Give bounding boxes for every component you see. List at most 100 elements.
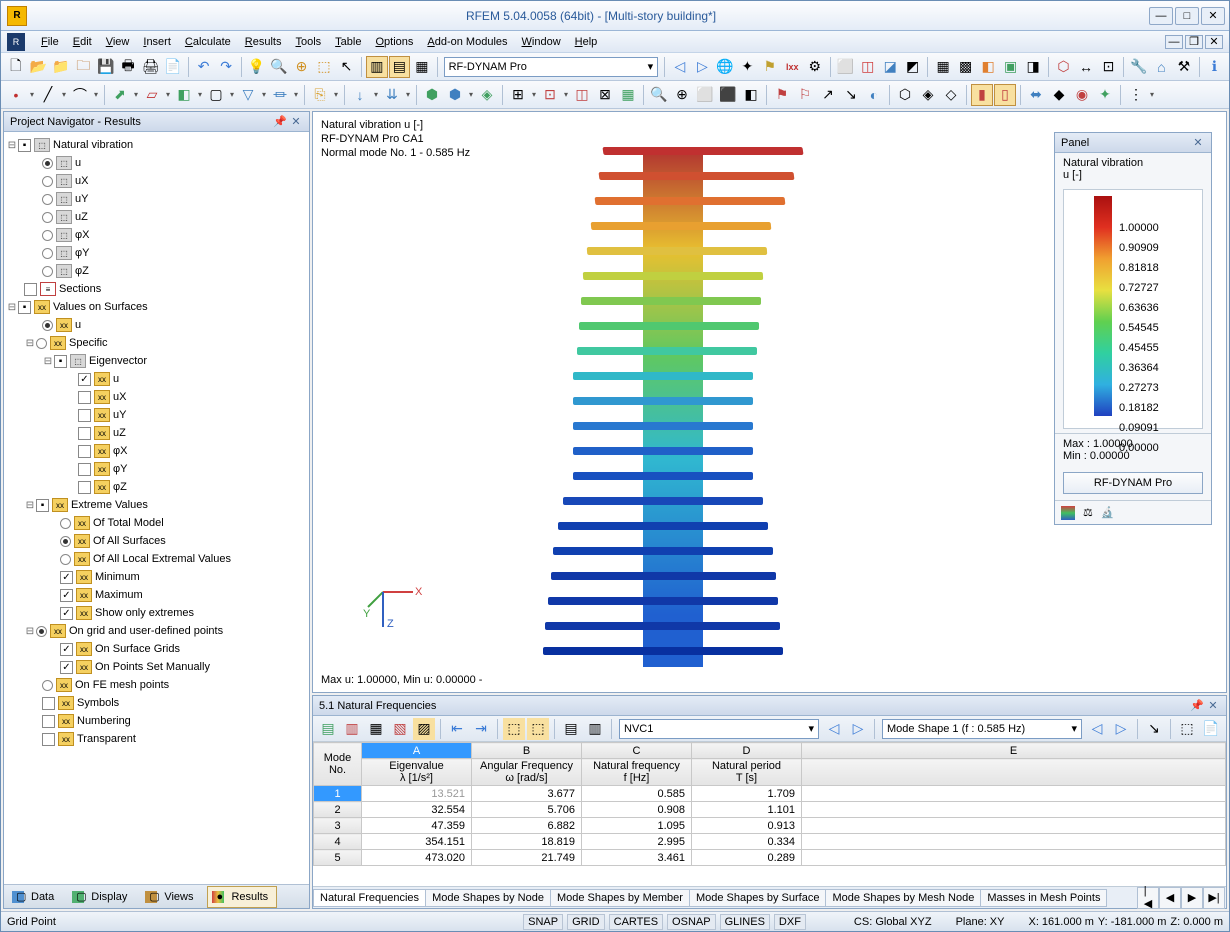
cube1-icon[interactable]: ⬢ — [421, 84, 443, 106]
new-icon[interactable]: 🗋 — [5, 56, 26, 78]
cursor-icon[interactable]: ↖ — [336, 56, 357, 78]
tree-eigen-uz[interactable]: uZ — [113, 427, 126, 439]
status-snap[interactable]: SNAP — [523, 914, 563, 930]
h1-icon[interactable]: ⬌ — [1025, 84, 1047, 106]
status-grid[interactable]: GRID — [567, 914, 605, 930]
line-icon[interactable]: ╱ — [37, 84, 59, 106]
gear-icon[interactable]: ⚙ — [804, 56, 825, 78]
scale-icon[interactable]: ⚖ — [1083, 506, 1093, 519]
tb-g-icon[interactable]: ⬚ — [527, 718, 549, 740]
node-icon[interactable]: • — [5, 84, 27, 106]
sup-icon[interactable]: ▽ — [237, 84, 259, 106]
e3-icon[interactable]: ◫ — [571, 84, 593, 106]
module-combo[interactable]: RF-DYNAM Pro▾ — [444, 57, 659, 77]
recent-icon[interactable]: 📁 — [50, 56, 71, 78]
cube3-icon[interactable]: ◈ — [476, 84, 498, 106]
tabnav-last[interactable]: ▶| — [1203, 887, 1225, 909]
menu-window[interactable]: Window — [516, 34, 567, 50]
tree-phiy[interactable]: φY — [75, 247, 89, 259]
saveas-icon[interactable]: 🖶 — [117, 56, 138, 78]
project-icon[interactable]: 🗀 — [72, 56, 93, 78]
globe-icon[interactable]: 🌐 — [714, 56, 735, 78]
tab-data[interactable]: ▢Data — [8, 887, 62, 907]
tb-prev2-icon[interactable]: ◁ — [823, 718, 845, 740]
menu-addon[interactable]: Add-on Modules — [421, 34, 513, 50]
tree-of-all[interactable]: Of All Surfaces — [93, 535, 166, 547]
pin-icon[interactable]: 📌 — [273, 115, 287, 129]
tree-eigen-phiy[interactable]: φY — [113, 463, 127, 475]
mdi-restore[interactable]: ❐ — [1185, 35, 1203, 49]
status-glines[interactable]: GLINES — [720, 914, 770, 930]
zoom2-icon[interactable]: ⊕ — [671, 84, 693, 106]
tb-a-icon[interactable]: ▤ — [317, 718, 339, 740]
t5-icon[interactable]: ▦ — [932, 56, 953, 78]
tree-eigen-uy[interactable]: uY — [113, 409, 126, 421]
panel1-icon[interactable]: ▥ — [366, 56, 387, 78]
t2-icon[interactable]: ◫ — [857, 56, 878, 78]
i1-icon[interactable]: ⋮ — [1125, 84, 1147, 106]
tb-next-icon[interactable]: ⇥ — [470, 718, 492, 740]
h4-icon[interactable]: ✦ — [1094, 84, 1116, 106]
member-icon[interactable]: ⬈ — [109, 84, 131, 106]
tree-phiz[interactable]: φZ — [75, 265, 89, 277]
f1-icon[interactable]: ⚑ — [771, 84, 793, 106]
tree-minimum[interactable]: Minimum — [95, 571, 140, 583]
e5-icon[interactable]: ▦ — [617, 84, 639, 106]
panel-close-icon[interactable]: ✕ — [289, 115, 303, 129]
tb-b-icon[interactable]: ▥ — [341, 718, 363, 740]
f4-icon[interactable]: ↘ — [840, 84, 862, 106]
e4-icon[interactable]: ⊠ — [594, 84, 616, 106]
menu-help[interactable]: Help — [569, 34, 604, 50]
menu-view[interactable]: View — [100, 34, 136, 50]
help-icon[interactable]: ℹ — [1204, 56, 1225, 78]
tabnav-prev[interactable]: ◀ — [1159, 887, 1181, 909]
tabnav-first[interactable]: |◀ — [1137, 887, 1159, 909]
tree-natural-vibration[interactable]: Natural vibration — [53, 139, 133, 151]
tree-eigen-phix[interactable]: φX — [113, 445, 127, 457]
tree-on-surface-grids[interactable]: On Surface Grids — [95, 643, 180, 655]
opening-icon[interactable]: ▢ — [205, 84, 227, 106]
h3-icon[interactable]: ◉ — [1071, 84, 1093, 106]
microscope-icon[interactable]: 🔬 — [1101, 506, 1115, 519]
menu-tools[interactable]: Tools — [289, 34, 327, 50]
r1-icon[interactable]: ▮ — [971, 84, 993, 106]
tree-eigen-u[interactable]: u — [113, 373, 119, 385]
load1-icon[interactable]: ↓ — [349, 84, 371, 106]
xyz-icon[interactable]: ✦ — [737, 56, 758, 78]
print-icon[interactable]: 🖨 — [140, 56, 161, 78]
status-osnap[interactable]: OSNAP — [667, 914, 716, 930]
panel2-icon[interactable]: ▤ — [389, 56, 410, 78]
select-icon[interactable]: ⬚ — [313, 56, 334, 78]
status-cartes[interactable]: CARTES — [609, 914, 663, 930]
flag-icon[interactable]: ⚑ — [759, 56, 780, 78]
tree-eigenvector[interactable]: Eigenvector — [89, 355, 147, 367]
tab-display[interactable]: ▢Display — [68, 887, 135, 907]
tree-eigen-phiz[interactable]: φZ — [113, 481, 127, 493]
rf-dynam-button[interactable]: RF-DYNAM Pro — [1063, 472, 1203, 494]
f2-icon[interactable]: ⚐ — [794, 84, 816, 106]
tree-vos-u[interactable]: u — [75, 319, 81, 331]
tab-nat-freq[interactable]: Natural Frequencies — [313, 889, 426, 907]
dim-icon[interactable]: ↔ — [1075, 56, 1096, 78]
mdi-minimize[interactable]: — — [1165, 35, 1183, 49]
close-button[interactable]: ✕ — [1201, 7, 1225, 25]
panel3-icon[interactable]: ▦ — [411, 56, 432, 78]
g2-icon[interactable]: ◈ — [917, 84, 939, 106]
tab-mode-mesh[interactable]: Mode Shapes by Mesh Node — [825, 889, 981, 907]
tree-show-extremes[interactable]: Show only extremes — [95, 607, 194, 619]
redo-icon[interactable]: ↷ — [215, 56, 236, 78]
box3-icon[interactable]: ◧ — [740, 84, 762, 106]
zoomfit-icon[interactable]: ⊕ — [291, 56, 312, 78]
tb-prev-icon[interactable]: ⇤ — [446, 718, 468, 740]
solid-icon[interactable]: ◧ — [173, 84, 195, 106]
menu-file[interactable]: File — [35, 34, 65, 50]
t4-icon[interactable]: ◩ — [902, 56, 923, 78]
load2-icon[interactable]: ⇊ — [381, 84, 403, 106]
tree-eigen-ux[interactable]: uX — [113, 391, 126, 403]
tree-maximum[interactable]: Maximum — [95, 589, 143, 601]
tab-views[interactable]: ▢Views — [141, 887, 201, 907]
app-logo-small[interactable]: R — [7, 33, 25, 51]
t10-icon[interactable]: ⬡ — [1053, 56, 1074, 78]
tab-results[interactable]: ●Results — [207, 886, 277, 908]
tree-extreme[interactable]: Extreme Values — [71, 499, 148, 511]
